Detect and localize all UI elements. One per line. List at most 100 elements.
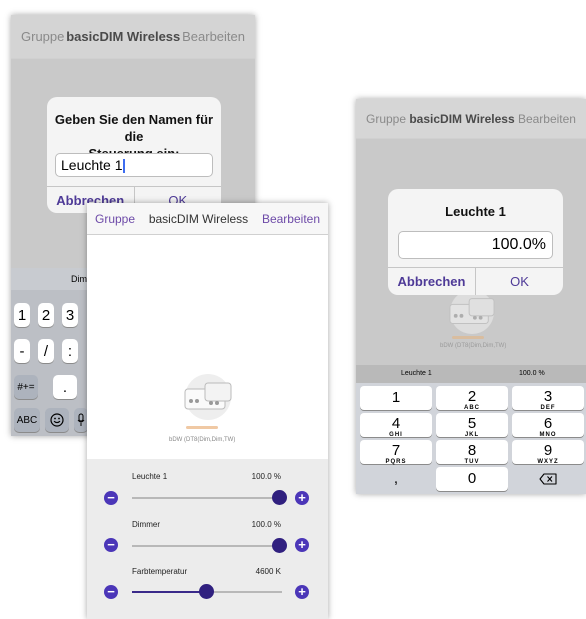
numpad-digit: 5: [467, 415, 477, 432]
key-slash[interactable]: /: [38, 339, 54, 363]
text-cursor: [122, 159, 125, 174]
device-status-bar: [452, 336, 484, 339]
right-screen: Gruppe basicDIM Wireless Bearbeiten bDW …: [356, 99, 586, 494]
numpad-digit: 2: [467, 388, 477, 405]
numpad-key-3[interactable]: 3 DEF: [512, 386, 584, 411]
key-3[interactable]: 3: [62, 303, 78, 327]
numpad-digit: 3: [543, 388, 553, 405]
key-2[interactable]: 2: [38, 303, 54, 327]
plus-icon: +: [298, 537, 306, 552]
nav-title: basicDIM Wireless: [409, 111, 515, 126]
numpad-backspace-key[interactable]: [512, 467, 584, 491]
numpad-letters: PQRS: [385, 459, 407, 465]
ok-button[interactable]: OK: [476, 268, 563, 295]
comma-label: ,: [393, 470, 399, 487]
name-input[interactable]: Leuchte 1: [55, 153, 213, 177]
dialog-title-line1: Geben Sie den Namen für die: [54, 112, 214, 144]
numpad: 1 2 ABC 3 DEF 4 GHI 5 JKL 6 MNO 7 PQRS 8 TUV 9W…: [356, 383, 586, 494]
numpad-key-2[interactable]: 2 ABC: [436, 386, 508, 411]
plus-button-dimmer[interactable]: +: [295, 538, 309, 552]
key-symbols[interactable]: #+=: [14, 375, 38, 399]
dialog-title: Leuchte 1: [445, 204, 506, 219]
numpad-letters: DEF: [540, 405, 556, 411]
plus-icon: +: [298, 584, 306, 599]
key-colon[interactable]: :: [62, 339, 78, 363]
numpad-key-6[interactable]: 6 MNO: [512, 413, 584, 438]
key-abc[interactable]: ABC: [14, 408, 40, 432]
slider-fill-farbtemperatur: [132, 591, 207, 593]
microphone-icon: [77, 413, 85, 426]
minus-icon: −: [107, 490, 115, 505]
numpad-key-9[interactable]: 9 WXYZ: [512, 440, 584, 465]
slider-thumb-leuchte[interactable]: [272, 490, 287, 505]
slider-thumb-farbtemperatur[interactable]: [199, 584, 214, 599]
nav-bearbeiten-link[interactable]: Bearbeiten: [262, 212, 320, 226]
minus-button-farbtemperatur[interactable]: −: [104, 585, 118, 599]
device-label: bDW (DT8(Dim,Dim,TW): [169, 437, 236, 443]
plus-button-farbtemperatur[interactable]: +: [295, 585, 309, 599]
nav-gruppe-link[interactable]: Gruppe: [21, 29, 64, 44]
plus-button-leuchte[interactable]: +: [295, 491, 309, 505]
key-dash[interactable]: -: [14, 339, 30, 363]
minus-icon: −: [107, 537, 115, 552]
numpad-letters: JKL: [464, 432, 480, 438]
numpad-digit: 1: [391, 389, 401, 406]
value-input-text: 100.0%: [491, 236, 546, 253]
name-input-value: Leuchte 1: [61, 157, 123, 173]
navbar: Gruppe basicDIM Wireless Bearbeiten: [356, 99, 586, 139]
nav-gruppe-link[interactable]: Gruppe: [95, 212, 135, 226]
slider-value-dimmer: 100.0 %: [251, 520, 281, 529]
nav-bearbeiten-link[interactable]: Bearbeiten: [518, 112, 576, 126]
emoji-key[interactable]: [45, 408, 69, 432]
numpad-key-8[interactable]: 8 TUV: [436, 440, 508, 465]
numpad-key-5[interactable]: 5 JKL: [436, 413, 508, 438]
numpad-digit: 8: [467, 442, 477, 459]
plus-icon: +: [298, 490, 306, 505]
numpad-letters: ABC: [464, 405, 480, 411]
middle-screen: Gruppe basicDIM Wireless Bearbeiten bDW …: [87, 203, 328, 619]
nav-bearbeiten-link[interactable]: Bearbeiten: [182, 29, 245, 44]
numpad-digit: 9: [543, 442, 553, 459]
numpad-key-0[interactable]: 0: [436, 467, 508, 491]
device-image[interactable]: [177, 373, 239, 421]
nav-gruppe-link[interactable]: Gruppe: [366, 112, 406, 126]
backspace-icon: [539, 473, 557, 485]
numpad-key-1[interactable]: 1: [360, 386, 432, 410]
dialog-buttons: Abbrechen OK: [388, 267, 563, 295]
emoji-icon: [50, 413, 64, 427]
slider-value-leuchte: 100.0 %: [251, 472, 281, 481]
numpad-letters: MNO: [539, 432, 557, 438]
numpad-digit: 6: [543, 415, 553, 432]
numpad-letters: TUV: [464, 459, 480, 465]
numpad-key-7[interactable]: 7 PQRS: [360, 440, 432, 465]
minus-button-leuchte[interactable]: −: [104, 491, 118, 505]
slider-thumb-dimmer[interactable]: [272, 538, 287, 553]
device-status-bar: [186, 426, 218, 429]
device-label: bDW (DT8(Dim,Dim,TW): [440, 343, 507, 349]
slider-label-dimmer: Dimmer: [132, 520, 160, 529]
minus-button-dimmer[interactable]: −: [104, 538, 118, 552]
numpad-key-comma[interactable]: ,: [360, 467, 432, 491]
numpad-key-4[interactable]: 4 GHI: [360, 413, 432, 438]
device-image[interactable]: [442, 289, 502, 335]
key-1[interactable]: 1: [14, 303, 30, 327]
dimmer-device-icon: [449, 289, 495, 335]
minus-icon: −: [107, 584, 115, 599]
numpad-digit: 7: [391, 442, 401, 459]
value-dialog: Leuchte 1 100.0% Abbrechen OK: [388, 189, 563, 295]
slider-panel: Leuchte 1 100.0 % − + Dimmer 100.0 % − +…: [87, 459, 328, 619]
numpad-letters: GHI: [389, 432, 403, 438]
rename-dialog: Geben Sie den Namen für die Steuerung ei…: [47, 97, 221, 213]
numpad-digit: 0: [467, 470, 477, 487]
navbar: Gruppe basicDIM Wireless Bearbeiten: [87, 203, 328, 235]
cancel-button[interactable]: Abbrechen: [388, 268, 476, 295]
nav-title: basicDIM Wireless: [148, 211, 249, 226]
value-input[interactable]: 100.0%: [398, 231, 553, 259]
dimmer-device-icon: [184, 374, 232, 420]
key-period[interactable]: .: [53, 375, 77, 399]
mic-key[interactable]: [74, 408, 88, 432]
navbar: Gruppe basicDIM Wireless Bearbeiten: [11, 15, 255, 59]
slider-track-leuchte[interactable]: [132, 497, 282, 499]
slider-label-farbtemperatur: Farbtemperatur: [132, 567, 188, 576]
slider-track-dimmer[interactable]: [132, 545, 282, 547]
